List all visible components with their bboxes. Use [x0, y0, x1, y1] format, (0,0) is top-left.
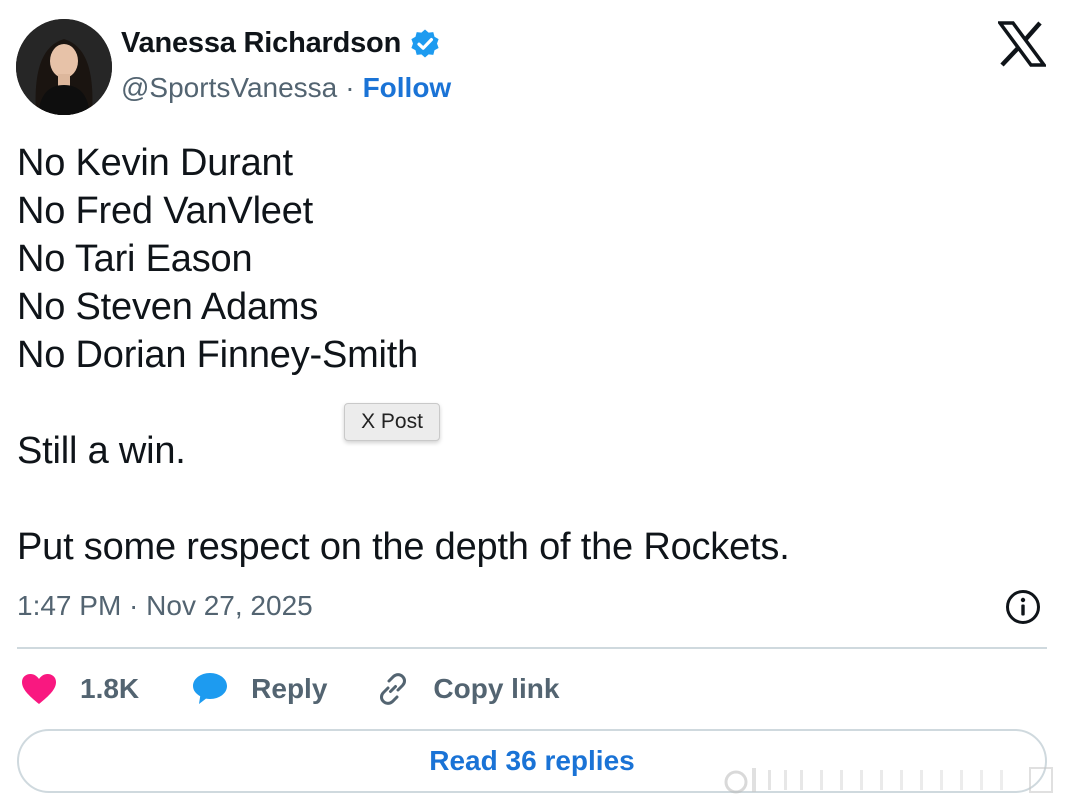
tweet-line: No Dorian Finney-Smith — [17, 334, 419, 376]
avatar[interactable] — [16, 19, 112, 115]
action-bar: 1.8K Reply Copy link — [20, 668, 559, 710]
heart-icon — [20, 672, 58, 706]
info-icon[interactable] — [1005, 589, 1041, 625]
author-name[interactable]: Vanessa Richardson — [121, 27, 401, 60]
like-button[interactable]: 1.8K — [20, 672, 139, 706]
reply-button[interactable]: Reply — [191, 671, 327, 707]
link-icon — [375, 671, 411, 707]
verified-badge-icon — [409, 28, 441, 60]
like-count: 1.8K — [80, 673, 140, 704]
tweet-line: No Kevin Durant — [17, 142, 293, 184]
tweet-line: Put some respect on the depth of the Roc… — [17, 526, 790, 568]
reply-bubble-icon — [191, 671, 229, 707]
watermark-logo — [720, 762, 1056, 798]
x-logo-icon[interactable] — [996, 21, 1048, 67]
timestamp[interactable]: 1:47 PM · Nov 27, 2025 — [17, 590, 313, 622]
author-name-row: Vanessa Richardson — [121, 27, 441, 60]
copy-link-button[interactable]: Copy link — [375, 671, 559, 707]
tooltip: X Post — [344, 403, 440, 441]
divider — [17, 647, 1047, 649]
follow-button[interactable]: Follow — [363, 72, 452, 104]
reply-label: Reply — [251, 673, 328, 704]
tweet-line: No Fred VanVleet — [17, 190, 314, 232]
copy-link-label: Copy link — [433, 673, 560, 704]
tweet-line: No Steven Adams — [17, 286, 319, 328]
handle-row: @SportsVanessa · Follow — [121, 72, 451, 104]
separator-dot: · — [345, 72, 355, 103]
author-handle[interactable]: @SportsVanessa — [121, 72, 337, 104]
tweet-text: No Kevin Durant No Fred VanVleet No Tari… — [17, 139, 790, 571]
tweet-line: No Tari Eason — [17, 238, 253, 280]
